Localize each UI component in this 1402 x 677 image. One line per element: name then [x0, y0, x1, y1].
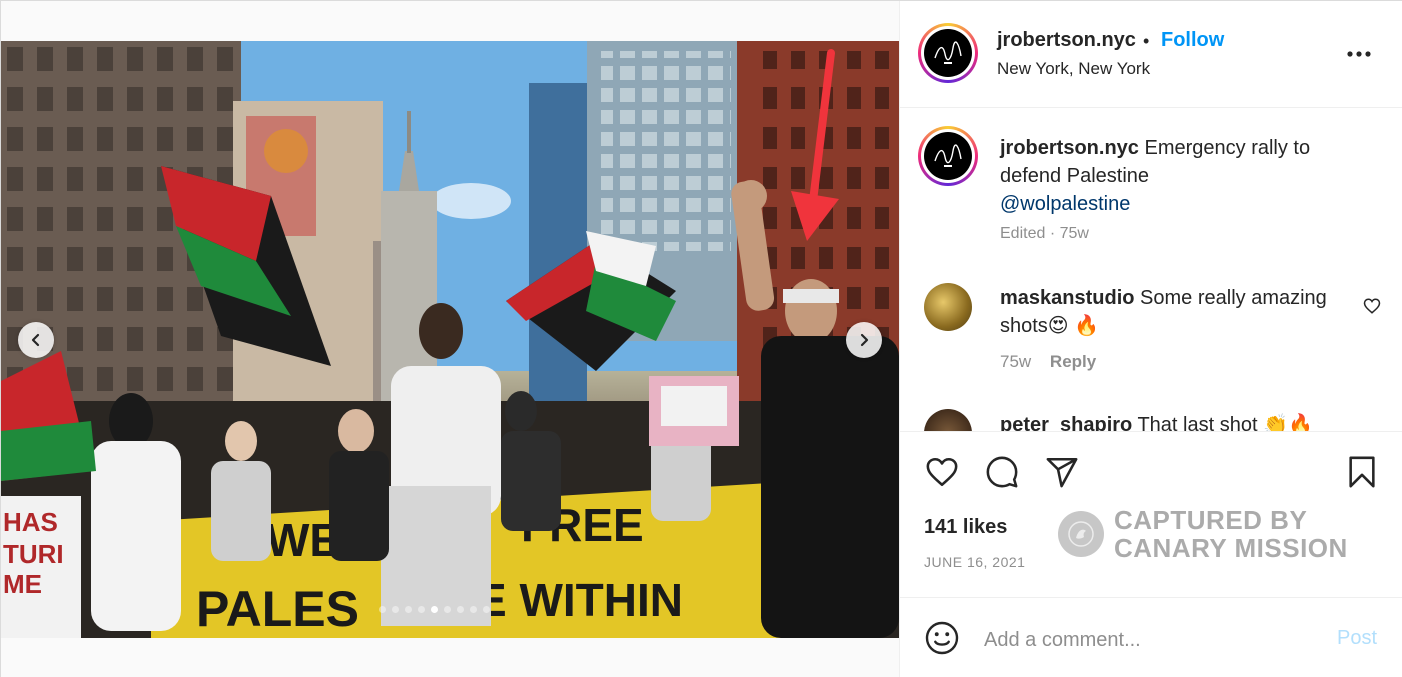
smiley-icon[interactable] — [924, 620, 960, 656]
signature-logo-icon — [934, 144, 962, 167]
comment-time: 75w — [1000, 352, 1032, 371]
likes-count[interactable]: 141 likes — [924, 516, 1007, 539]
watermark-line-2: CANARY MISSION — [1114, 533, 1348, 563]
author-avatar[interactable] — [918, 23, 978, 83]
paper-plane-icon — [1046, 457, 1078, 488]
comment-item: maskanstudio Some really amazing shots😍 … — [1000, 284, 1340, 340]
caption-username[interactable]: jrobertson.nyc — [1000, 137, 1139, 159]
carousel-indicator — [379, 606, 490, 613]
comment-item: peter_shapiro That last shot 👏🔥 — [1000, 411, 1340, 431]
caption-mention[interactable]: @wolpalestine — [1000, 193, 1130, 215]
comment-avatar[interactable] — [924, 283, 972, 331]
canary-mission-watermark: CAPTURED BY CANARY MISSION — [1058, 506, 1348, 562]
post-media: WE FREE PALES E WITHIN HAS TURI ME — [1, 1, 899, 677]
caption-avatar[interactable] — [918, 126, 978, 186]
post-location[interactable]: New York, New York — [997, 59, 1150, 79]
post-comment-button[interactable]: Post — [1337, 627, 1377, 650]
comments-list[interactable]: jrobertson.nyc Emergency rally to defend… — [900, 109, 1402, 431]
carousel-next-button[interactable] — [846, 322, 882, 358]
reply-button[interactable]: Reply — [1050, 352, 1096, 371]
post-sidebar: jrobertson.nyc • Follow New York, New Yo… — [899, 1, 1402, 677]
carousel-dot — [379, 606, 386, 613]
comment-composer: Post — [900, 597, 1402, 677]
comment-text: That last shot 👏🔥 — [1137, 414, 1313, 431]
bookmark-icon — [1349, 456, 1375, 488]
carousel-prev-button[interactable] — [18, 322, 54, 358]
speech-bubble-icon — [986, 456, 1018, 488]
carousel-dot — [470, 606, 477, 613]
watermark-line-1: CAPTURED BY — [1114, 505, 1308, 535]
post-dialog: WE FREE PALES E WITHIN HAS TURI ME jrobe… — [0, 0, 1402, 677]
comment-button[interactable] — [982, 452, 1022, 492]
author-username[interactable]: jrobertson.nyc — [997, 29, 1136, 52]
svg-text:E WITHIN: E WITHIN — [476, 574, 683, 626]
carousel-dot — [431, 606, 438, 613]
post-date[interactable]: JUNE 16, 2021 — [924, 554, 1025, 570]
comment-input[interactable] — [984, 625, 1324, 655]
chevron-right-icon — [860, 333, 869, 347]
ellipsis-icon — [1347, 51, 1371, 57]
post-actions: 141 likes JUNE 16, 2021 CAPTURED BY CANA… — [900, 431, 1402, 597]
comment-username[interactable]: maskanstudio — [1000, 287, 1134, 309]
svg-text:ME: ME — [3, 569, 42, 599]
header-separator: • — [1143, 31, 1150, 51]
follow-button[interactable]: Follow — [1161, 29, 1224, 52]
post-caption: jrobertson.nyc Emergency rally to defend… — [1000, 134, 1340, 218]
photo-illustration: WE FREE PALES E WITHIN HAS TURI ME — [1, 41, 899, 638]
more-options-button[interactable] — [1344, 39, 1374, 69]
carousel-dot — [444, 606, 451, 613]
post-header: jrobertson.nyc • Follow New York, New Yo… — [900, 1, 1402, 108]
share-button[interactable] — [1042, 452, 1082, 492]
carousel-dot — [457, 606, 464, 613]
comment-meta: 75w Reply — [1000, 352, 1096, 372]
chevron-left-icon — [31, 333, 40, 347]
heart-icon[interactable] — [1363, 297, 1381, 315]
carousel-dot — [418, 606, 425, 613]
heart-icon — [926, 457, 958, 487]
signature-logo-icon — [934, 41, 962, 64]
caption-meta: Edited · 75w — [1000, 225, 1089, 242]
svg-text:WE: WE — [266, 514, 340, 566]
carousel-dot — [392, 606, 399, 613]
like-button[interactable] — [922, 452, 962, 492]
carousel-dot — [405, 606, 412, 613]
post-photo[interactable]: WE FREE PALES E WITHIN HAS TURI ME — [1, 41, 899, 638]
save-button[interactable] — [1342, 452, 1382, 492]
svg-text:HAS: HAS — [3, 507, 58, 537]
comment-username[interactable]: peter_shapiro — [1000, 414, 1132, 431]
canary-logo-icon — [1058, 511, 1104, 557]
carousel-dot — [483, 606, 490, 613]
svg-text:PALES: PALES — [196, 581, 359, 637]
svg-text:TURI: TURI — [3, 539, 64, 569]
comment-avatar[interactable] — [924, 409, 972, 431]
